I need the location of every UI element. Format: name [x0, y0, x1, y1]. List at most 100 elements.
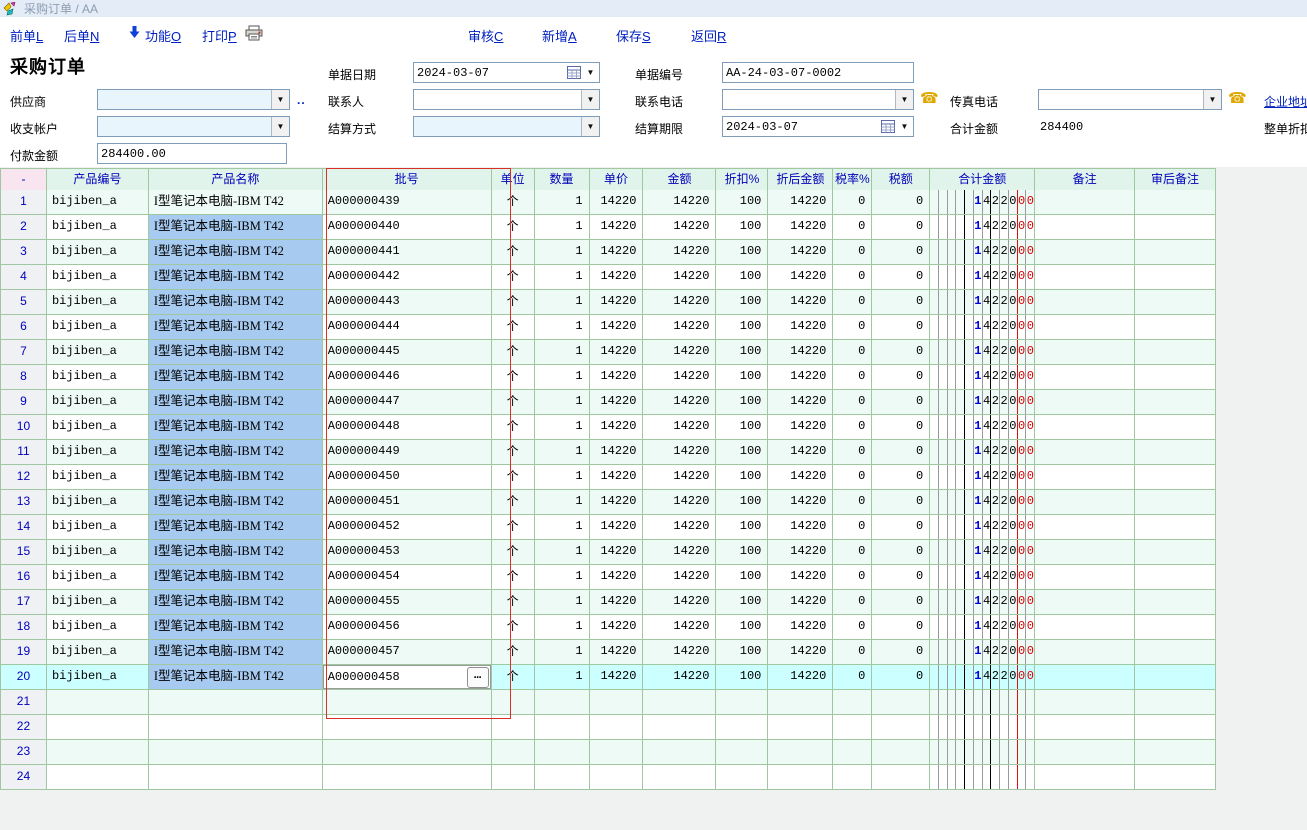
audit-remark-cell[interactable]	[1135, 240, 1216, 265]
amount-cell[interactable]: 14220	[643, 665, 716, 690]
discount-cell[interactable]: 100	[716, 465, 768, 490]
product-code-cell[interactable]: bijiben_a	[47, 615, 149, 640]
account-dropdown-button[interactable]: ▼	[271, 117, 289, 136]
tax-cell[interactable]: 0	[872, 515, 930, 540]
discount-cell[interactable]: 100	[716, 590, 768, 615]
product-code-cell[interactable]	[47, 765, 149, 790]
tax-rate-cell[interactable]: 0	[833, 215, 872, 240]
amount-cell[interactable]: 14220	[643, 590, 716, 615]
total-amount-cell[interactable]: 1422000	[930, 240, 1035, 265]
row-number-cell[interactable]: 3	[1, 240, 47, 265]
amount-after-discount-cell[interactable]: 14220	[768, 665, 833, 690]
printer-icon[interactable]	[245, 25, 263, 41]
amount-after-discount-cell[interactable]	[768, 690, 833, 715]
discount-cell[interactable]	[716, 740, 768, 765]
remark-cell[interactable]	[1035, 565, 1135, 590]
total-amount-cell[interactable]	[930, 765, 1035, 790]
unit-price-cell[interactable]: 14220	[590, 190, 644, 215]
fax-phone-field[interactable]: ▼	[1038, 89, 1222, 110]
unit-cell[interactable]	[492, 715, 535, 740]
row-number-cell[interactable]: 14	[1, 515, 47, 540]
tax-cell[interactable]: 0	[872, 340, 930, 365]
total-amount-cell[interactable]: 1422000	[930, 465, 1035, 490]
unit-cell[interactable]: 个	[492, 565, 535, 590]
contact-phone-dropdown-button[interactable]: ▼	[895, 90, 913, 109]
amount-cell[interactable]: 14220	[643, 365, 716, 390]
tax-cell[interactable]: 0	[872, 615, 930, 640]
amount-cell[interactable]: 14220	[643, 540, 716, 565]
audit-link[interactable]: 审核C	[468, 26, 503, 45]
total-amount-cell[interactable]: 1422000	[930, 540, 1035, 565]
remark-cell[interactable]	[1035, 590, 1135, 615]
amount-after-discount-cell[interactable]: 14220	[768, 465, 833, 490]
tax-cell[interactable]: 0	[872, 665, 930, 690]
product-name-cell[interactable]: I型笔记本电脑-IBM T42	[149, 290, 323, 315]
unit-price-cell[interactable]: 14220	[590, 340, 644, 365]
amount-cell[interactable]: 14220	[643, 565, 716, 590]
discount-cell[interactable]: 100	[716, 390, 768, 415]
discount-cell[interactable]: 100	[716, 515, 768, 540]
batch-no-cell[interactable]: A000000441	[323, 240, 492, 265]
remark-cell[interactable]	[1035, 640, 1135, 665]
remark-cell[interactable]	[1035, 190, 1135, 215]
unit-price-cell[interactable]: 14220	[590, 665, 644, 690]
unit-price-cell[interactable]: 14220	[590, 265, 644, 290]
amount-cell[interactable]: 14220	[643, 415, 716, 440]
row-number-cell[interactable]: 22	[1, 715, 47, 740]
qty-cell[interactable]: 1	[535, 665, 590, 690]
total-amount-cell[interactable]: 1422000	[930, 190, 1035, 215]
row-number-cell[interactable]: 11	[1, 440, 47, 465]
fax-phone-input[interactable]	[1039, 91, 1203, 108]
product-code-cell[interactable]: bijiben_a	[47, 415, 149, 440]
contact-phone-input[interactable]	[723, 91, 895, 108]
batch-no-editor[interactable]: A000000458…	[323, 665, 491, 689]
prev-order-link[interactable]: 前单L	[10, 26, 43, 45]
add-new-link[interactable]: 新增A	[542, 26, 577, 45]
tax-rate-cell[interactable]: 0	[833, 490, 872, 515]
tax-rate-cell[interactable]: 0	[833, 240, 872, 265]
batch-no-cell[interactable]: A000000451	[323, 490, 492, 515]
tax-rate-cell[interactable]	[833, 715, 872, 740]
discount-cell[interactable]: 100	[716, 290, 768, 315]
row-number-cell[interactable]: 4	[1, 265, 47, 290]
total-amount-cell[interactable]	[930, 740, 1035, 765]
discount-cell[interactable]: 100	[716, 340, 768, 365]
row-number-cell[interactable]: 17	[1, 590, 47, 615]
audit-remark-cell[interactable]	[1135, 740, 1216, 765]
payment-amount-input[interactable]	[98, 145, 286, 162]
audit-remark-cell[interactable]	[1135, 640, 1216, 665]
audit-remark-cell[interactable]	[1135, 415, 1216, 440]
unit-price-cell[interactable]: 14220	[590, 465, 644, 490]
tax-cell[interactable]	[872, 690, 930, 715]
settle-deadline-dropdown-button[interactable]: ▼	[896, 117, 913, 136]
total-amount-cell[interactable]: 1422000	[930, 565, 1035, 590]
product-code-cell[interactable]: bijiben_a	[47, 490, 149, 515]
qty-cell[interactable]: 1	[535, 540, 590, 565]
tax-rate-cell[interactable]: 0	[833, 265, 872, 290]
amount-cell[interactable]: 14220	[643, 615, 716, 640]
amount-cell[interactable]: 14220	[643, 240, 716, 265]
amount-after-discount-cell[interactable]: 14220	[768, 190, 833, 215]
unit-cell[interactable]: 个	[492, 315, 535, 340]
batch-no-cell[interactable]	[323, 690, 492, 715]
unit-price-cell[interactable]: 14220	[590, 515, 644, 540]
qty-cell[interactable]: 1	[535, 440, 590, 465]
account-field[interactable]: ▼	[97, 116, 290, 137]
product-code-cell[interactable]	[47, 690, 149, 715]
amount-after-discount-cell[interactable]: 14220	[768, 365, 833, 390]
tax-rate-cell[interactable]: 0	[833, 515, 872, 540]
tax-rate-cell[interactable]: 0	[833, 365, 872, 390]
tax-cell[interactable]: 0	[872, 315, 930, 340]
remark-cell[interactable]	[1035, 765, 1135, 790]
product-code-cell[interactable]: bijiben_a	[47, 315, 149, 340]
discount-cell[interactable]: 100	[716, 365, 768, 390]
product-name-cell[interactable]: I型笔记本电脑-IBM T42	[149, 540, 323, 565]
unit-cell[interactable]	[492, 765, 535, 790]
remark-cell[interactable]	[1035, 240, 1135, 265]
product-name-cell[interactable]	[149, 765, 323, 790]
qty-cell[interactable]: 1	[535, 240, 590, 265]
remark-cell[interactable]	[1035, 215, 1135, 240]
amount-cell[interactable]: 14220	[643, 490, 716, 515]
product-code-cell[interactable]: bijiben_a	[47, 565, 149, 590]
product-name-cell[interactable]: I型笔记本电脑-IBM T42	[149, 615, 323, 640]
